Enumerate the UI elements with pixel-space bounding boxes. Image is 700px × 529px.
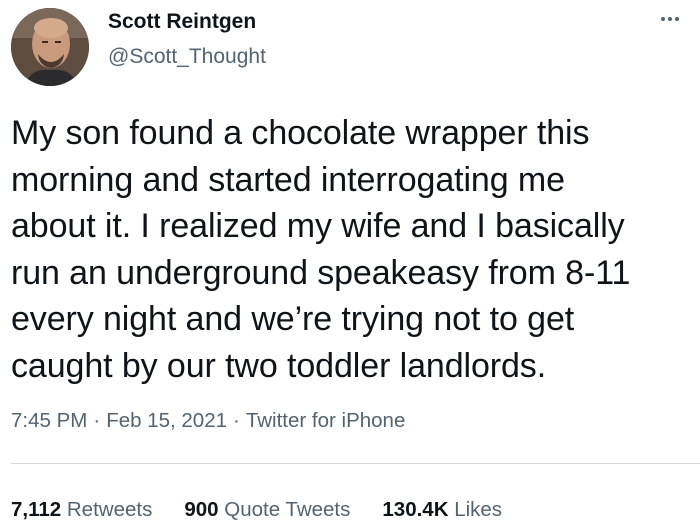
tweet-text-line: run an underground speakeasy from 8-11: [11, 253, 631, 292]
quote-tweets-label: Quote Tweets: [224, 498, 351, 521]
retweets-count: 7,112: [11, 498, 62, 521]
tweet-meta: 7:45 PM · Feb 15, 2021 · Twitter for iPhone: [11, 409, 405, 433]
engagement-stats: 7,112 Retweets 900 Quote Tweets 130.4K L…: [11, 498, 502, 522]
dot: [661, 17, 665, 21]
dot: [675, 17, 679, 21]
author-display-name[interactable]: Scott Reintgen: [108, 10, 256, 34]
tweet-source[interactable]: Twitter for iPhone: [246, 409, 406, 432]
author-handle[interactable]: @Scott_Thought: [108, 45, 266, 69]
retweets-stat[interactable]: 7,112 Retweets: [11, 498, 152, 522]
tweet-card: Scott Reintgen @Scott_Thought My son fou…: [0, 0, 700, 529]
tweet-text-line: My son found a chocolate wrapper this: [11, 114, 590, 152]
tweet-text: My son found a chocolate wrapper this mo…: [11, 110, 696, 389]
more-horizontal-icon[interactable]: [652, 8, 688, 30]
tweet-text-line: morning and started interrogating me: [11, 160, 565, 199]
likes-count: 130.4K: [382, 498, 449, 521]
tweet-time[interactable]: 7:45 PM: [11, 409, 87, 432]
quote-tweets-count: 900: [184, 498, 219, 521]
meta-separator: ·: [233, 409, 240, 432]
meta-separator: ·: [93, 409, 101, 432]
dot: [668, 17, 672, 21]
divider: [11, 463, 700, 464]
likes-stat[interactable]: 130.4K Likes: [382, 498, 502, 522]
likes-label: Likes: [454, 498, 503, 521]
author-avatar[interactable]: [11, 8, 89, 86]
tweet-text-line: every night and we’re trying not to get: [11, 300, 575, 338]
person-avatar-icon: [11, 8, 89, 86]
retweets-label: Retweets: [66, 498, 153, 521]
tweet-text-line: caught by our two toddler landlords.: [11, 346, 547, 385]
quote-tweets-stat[interactable]: 900 Quote Tweets: [184, 498, 350, 522]
tweet-text-line: about it. I realized my wife and I basic…: [11, 207, 625, 245]
tweet-date[interactable]: Feb 15, 2021: [106, 409, 227, 432]
